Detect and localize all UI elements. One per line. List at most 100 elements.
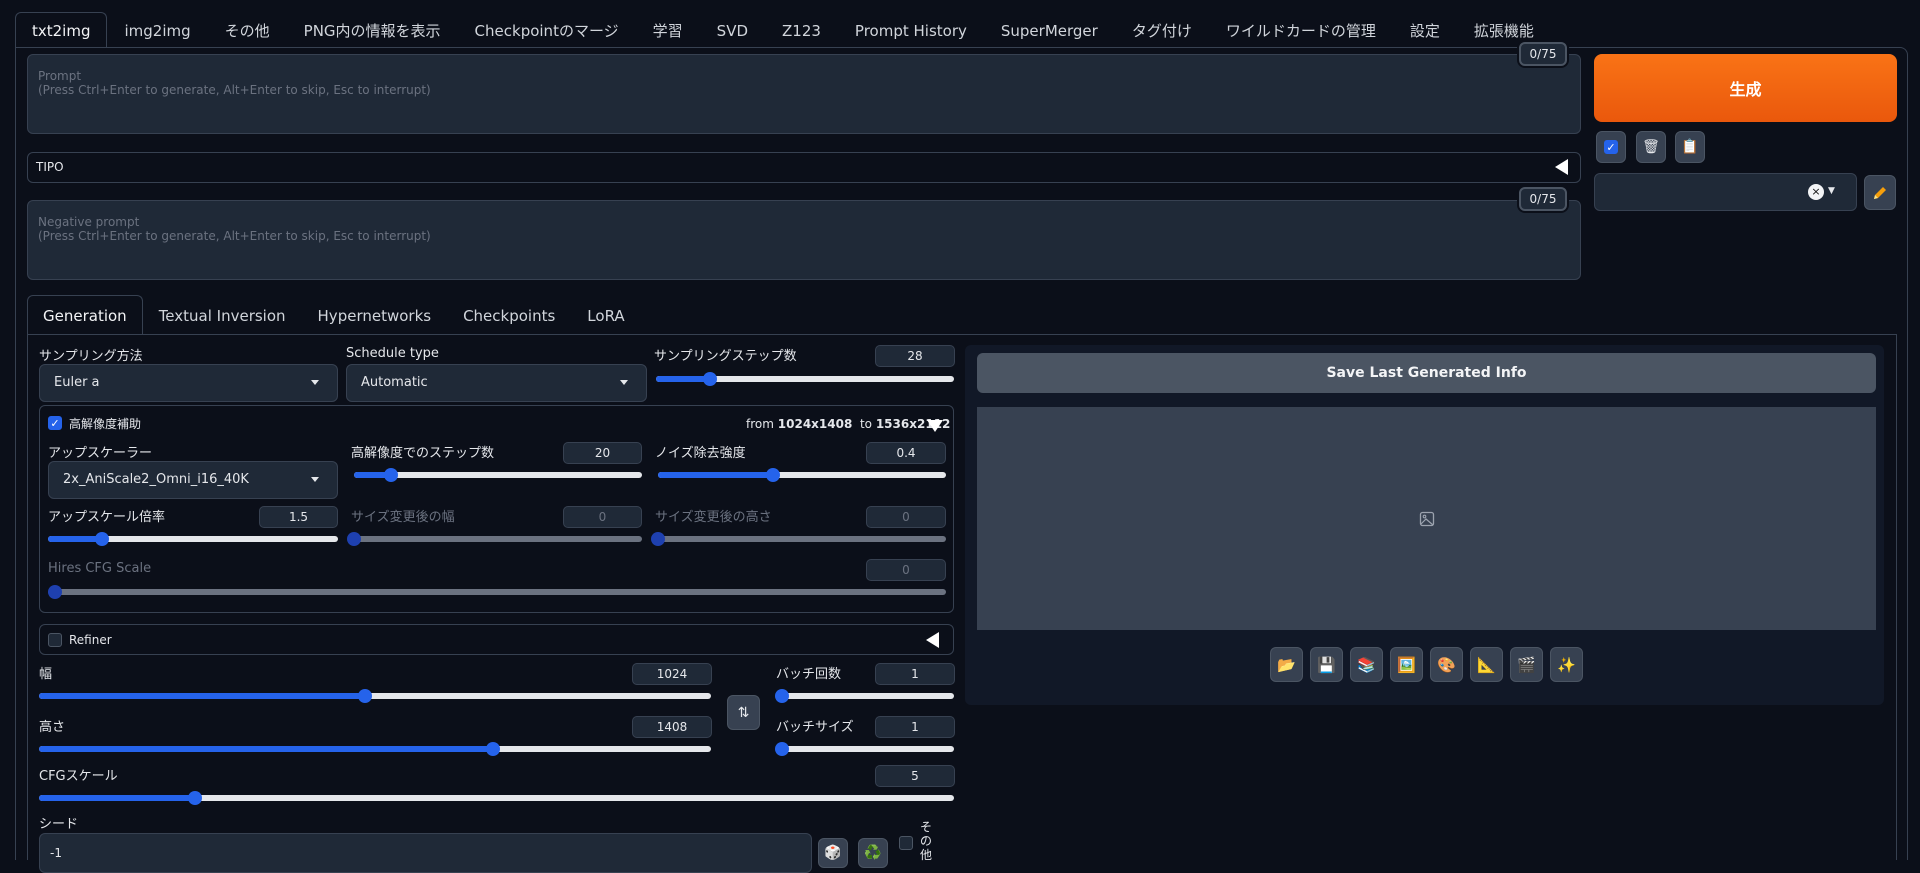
batch-count-input[interactable]: 1: [875, 663, 955, 685]
height-input[interactable]: 1408: [632, 716, 712, 738]
resize-width-label: サイズ変更後の幅: [351, 510, 455, 525]
prompt-hint: (Press Ctrl+Enter to generate, Alt+Enter…: [38, 83, 431, 97]
resize-height-label: サイズ変更後の高さ: [655, 510, 772, 525]
cfg-input[interactable]: 5: [875, 765, 955, 787]
paste-button[interactable]: 📋: [1675, 131, 1705, 163]
slider-thumb[interactable]: [357, 689, 372, 703]
extra-seed-checkbox[interactable]: [899, 836, 913, 850]
random-seed-button[interactable]: 🎲: [818, 838, 848, 868]
refiner-collapse-icon[interactable]: [926, 632, 939, 648]
tab-textual-inversion[interactable]: Textual Inversion: [143, 295, 302, 335]
hires-fix-checkbox[interactable]: ✓: [48, 416, 62, 430]
edit-styles-button[interactable]: [1864, 175, 1896, 210]
hires-fix-group: [39, 405, 954, 613]
refiner-accordion[interactable]: [39, 624, 954, 655]
tab-txt2img[interactable]: txt2img: [15, 12, 108, 48]
chevron-down-icon: [311, 380, 319, 385]
tab-lora[interactable]: LoRA: [571, 295, 640, 335]
tab-train[interactable]: 学習: [636, 12, 700, 48]
negative-prompt-input[interactable]: Negative prompt (Press Ctrl+Enter to gen…: [27, 200, 1581, 280]
send-to-video-button[interactable]: 🎬: [1510, 647, 1543, 682]
batch-size-slider[interactable]: [775, 742, 954, 756]
tab-z123[interactable]: Z123: [765, 12, 838, 48]
output-image-area[interactable]: [977, 407, 1876, 630]
schedule-dropdown[interactable]: Automatic: [346, 364, 647, 402]
swap-arrows-icon: ⇅: [737, 704, 750, 721]
triangle-ruler-icon: 📐: [1477, 655, 1496, 674]
seed-input[interactable]: -1: [39, 833, 812, 873]
enhance-button[interactable]: ✨: [1550, 647, 1583, 682]
open-folder-button[interactable]: 📂: [1270, 647, 1303, 682]
tab-generation[interactable]: Generation: [27, 295, 143, 335]
hires-steps-slider[interactable]: [354, 468, 642, 482]
seed-value: -1: [50, 846, 62, 860]
width-slider[interactable]: [39, 689, 711, 703]
slider-thumb[interactable]: [347, 532, 361, 546]
chevron-down-icon[interactable]: ▼: [1828, 186, 1835, 196]
resize-width-input[interactable]: 0: [563, 506, 642, 528]
slider-thumb[interactable]: [485, 742, 500, 756]
slider-thumb[interactable]: [187, 791, 202, 805]
generate-button[interactable]: 生成: [1594, 54, 1897, 122]
prompt-input[interactable]: Prompt (Press Ctrl+Enter to generate, Al…: [27, 54, 1581, 134]
slider-thumb[interactable]: [702, 372, 717, 386]
tab-settings[interactable]: 設定: [1393, 12, 1457, 48]
refiner-checkbox[interactable]: [48, 633, 62, 647]
tab-other[interactable]: その他: [208, 12, 287, 48]
slider-thumb[interactable]: [775, 742, 789, 756]
send-to-img2img-button[interactable]: 🖼️: [1390, 647, 1423, 682]
upscaler-dropdown[interactable]: 2x_AniScale2_Omni_i16_40K: [48, 461, 338, 499]
hires-steps-label: 高解像度でのステップ数: [351, 446, 495, 461]
tab-svd[interactable]: SVD: [700, 12, 765, 48]
tab-supermerger[interactable]: SuperMerger: [984, 12, 1115, 48]
tab-img2img[interactable]: img2img: [107, 12, 207, 48]
tab-checkpoints[interactable]: Checkpoints: [447, 295, 571, 335]
send-to-extras-button[interactable]: 📐: [1470, 647, 1503, 682]
swap-dimensions-button[interactable]: ⇅: [727, 695, 760, 730]
width-input[interactable]: 1024: [632, 663, 712, 685]
save-button[interactable]: 💾: [1310, 647, 1343, 682]
hires-steps-input[interactable]: 20: [563, 442, 642, 464]
save-last-generated-info-button[interactable]: Save Last Generated Info: [977, 353, 1876, 393]
picture-icon: 🖼️: [1397, 655, 1416, 674]
cfg-slider[interactable]: [39, 791, 954, 805]
resize-height-input[interactable]: 0: [866, 506, 946, 528]
reuse-seed-button[interactable]: ♻️: [858, 838, 888, 868]
slider-thumb[interactable]: [775, 689, 789, 703]
resize-width-slider[interactable]: [347, 532, 642, 546]
steps-slider[interactable]: [656, 372, 954, 386]
upscale-by-slider[interactable]: [48, 532, 338, 546]
zip-button[interactable]: 📚: [1350, 647, 1383, 682]
height-slider[interactable]: [39, 742, 711, 756]
toggle-extra-networks-button[interactable]: ✓: [1596, 131, 1626, 163]
schedule-label: Schedule type: [346, 346, 439, 361]
clear-prompt-button[interactable]: 🗑: [1636, 131, 1666, 163]
hires-collapse-icon[interactable]: [927, 420, 943, 432]
tab-prompt-history[interactable]: Prompt History: [838, 12, 984, 48]
slider-thumb[interactable]: [651, 532, 665, 546]
clear-icon[interactable]: ×: [1808, 184, 1824, 200]
upscale-by-input[interactable]: 1.5: [259, 506, 338, 528]
resize-height-slider[interactable]: [651, 532, 946, 546]
tipo-accordion[interactable]: TIPO: [27, 152, 1581, 183]
tab-checkpoint-merge[interactable]: Checkpointのマージ: [458, 12, 636, 48]
dice-icon: 🎲: [824, 845, 842, 861]
batch-size-input[interactable]: 1: [875, 716, 955, 738]
slider-thumb[interactable]: [48, 585, 62, 599]
denoise-slider[interactable]: [658, 468, 946, 482]
denoise-input[interactable]: 0.4: [866, 442, 946, 464]
slider-thumb[interactable]: [94, 532, 109, 546]
hires-cfg-slider[interactable]: [48, 585, 946, 599]
send-to-inpaint-button[interactable]: 🎨: [1430, 647, 1463, 682]
tab-hypernetworks[interactable]: Hypernetworks: [302, 295, 448, 335]
tab-wildcards[interactable]: ワイルドカードの管理: [1209, 12, 1393, 48]
tab-tagging[interactable]: タグ付け: [1115, 12, 1209, 48]
sampler-dropdown[interactable]: Euler a: [39, 364, 338, 402]
clipboard-icon: 📋: [1681, 139, 1699, 155]
tipo-collapse-icon[interactable]: [1555, 159, 1568, 175]
hires-cfg-input[interactable]: 0: [866, 559, 946, 581]
tab-png-info[interactable]: PNG内の情報を表示: [287, 12, 458, 48]
steps-input[interactable]: 28: [875, 345, 955, 367]
batch-count-slider[interactable]: [775, 689, 954, 703]
hires-cfg-label: Hires CFG Scale: [48, 561, 152, 576]
